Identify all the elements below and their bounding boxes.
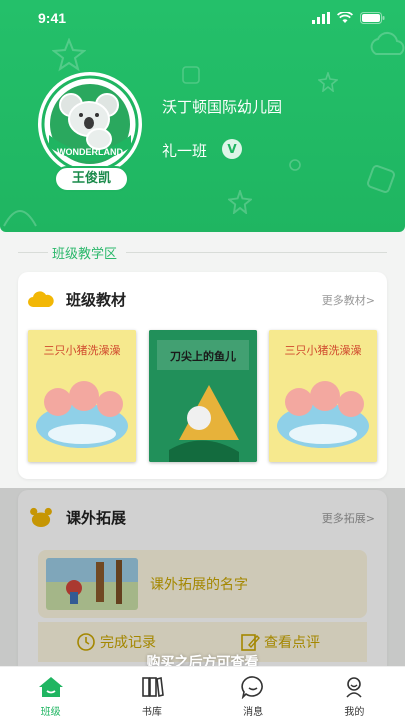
book-title: 三只小猪洗澡澡 (285, 344, 362, 357)
materials-title: 班级教材 (66, 291, 127, 309)
book-cover[interactable]: 三只小猪洗澡澡 (28, 330, 136, 462)
divider (126, 252, 387, 253)
bookshelf-icon (142, 677, 164, 697)
logo-text: WONDERLAND (57, 147, 123, 157)
decoration-icon (3, 210, 37, 227)
extension-item[interactable]: 课外拓展的名字 (38, 550, 367, 618)
book-cover[interactable]: 三只小猪洗澡澡 (269, 330, 377, 462)
extension-item-name: 课外拓展的名字 (150, 577, 248, 593)
wonderland-logo-icon: WONDERLAND (41, 75, 139, 173)
book-cover-art: 刀尖上的鱼儿 (148, 330, 257, 462)
decoration-icon (318, 72, 338, 92)
more-materials-link[interactable]: 更多教材> (322, 292, 375, 308)
signal-icon (312, 12, 330, 24)
tab-label: 消息 (243, 707, 264, 718)
decoration-icon (289, 159, 301, 171)
tab-library[interactable]: 书库 (101, 667, 202, 720)
decoration-icon (228, 190, 252, 214)
tab-label: 书库 (141, 707, 162, 718)
materials-card: 班级教材 更多教材> 三只小猪洗澡澡 刀尖上的鱼儿 三只小猪洗澡澡 (18, 272, 387, 479)
edit-icon (241, 634, 260, 651)
tab-messages[interactable]: 消息 (203, 667, 304, 720)
section-title: 班级教学区 (18, 243, 387, 263)
book-cover-art: 三只小猪洗澡澡 (28, 330, 136, 462)
tab-profile[interactable]: 我的 (304, 667, 405, 720)
divider (18, 252, 48, 253)
student-name-badge: 王俊凯 (54, 166, 129, 192)
profile-icon (346, 677, 362, 698)
extension-thumbnail (46, 558, 138, 610)
more-extension-link[interactable]: 更多拓展> (322, 510, 375, 526)
tab-label: 班级 (40, 707, 61, 718)
bear-icon (30, 507, 52, 527)
history-icon (77, 633, 95, 651)
tab-bar: 班级 书库 消息 我的 (0, 666, 405, 720)
decoration-icon (52, 38, 86, 72)
decoration-icon (182, 66, 200, 84)
decoration-icon (367, 165, 395, 193)
message-icon (241, 676, 264, 699)
school-name: 沃丁顿国际幼儿园 (162, 98, 283, 116)
book-list: 三只小猪洗澡澡 刀尖上的鱼儿 三只小猪洗澡澡 (28, 330, 377, 462)
cloud-icon (28, 291, 54, 307)
avatar[interactable]: WONDERLAND (38, 72, 142, 176)
battery-icon (360, 12, 385, 24)
wifi-icon (337, 12, 353, 23)
verified-badge: V (222, 139, 242, 159)
book-title: 刀尖上的鱼儿 (170, 349, 236, 363)
complete-record-button[interactable]: 完成记录 (76, 632, 156, 652)
book-cover[interactable]: 刀尖上的鱼儿 (148, 330, 257, 462)
extension-title: 课外拓展 (66, 509, 127, 527)
tab-class[interactable]: 班级 (0, 667, 101, 720)
class-name: 礼一班 (162, 142, 208, 160)
view-comments-button[interactable]: 查看点评 (240, 632, 320, 652)
status-time: 9:41 (38, 10, 67, 26)
complete-record-label: 完成记录 (100, 635, 156, 651)
book-cover-art: 三只小猪洗澡澡 (269, 330, 377, 462)
section-title-text: 班级教学区 (48, 243, 122, 262)
home-icon (38, 677, 63, 697)
view-comments-label: 查看点评 (264, 635, 320, 651)
status-bar: 9:41 (0, 0, 405, 40)
tab-label: 我的 (344, 707, 365, 718)
book-title: 三只小猪洗澡澡 (44, 344, 121, 357)
